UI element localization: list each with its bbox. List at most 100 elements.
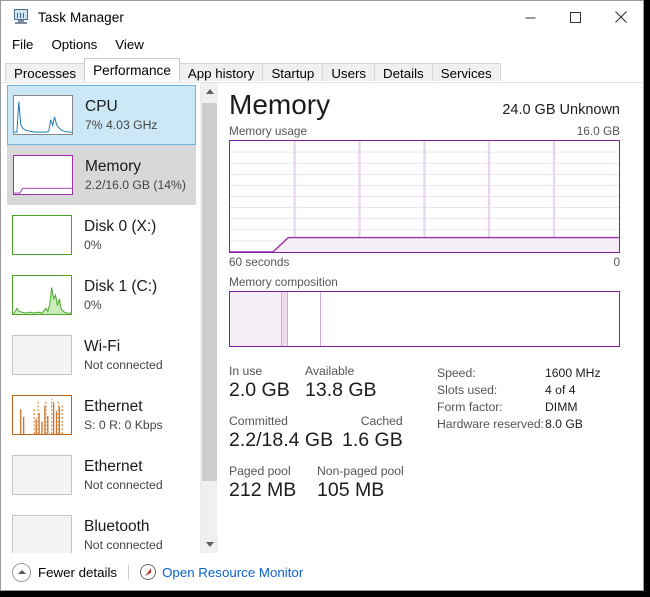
stat-label: Paged pool — [229, 464, 291, 478]
stat-value: 1.6 GB — [342, 429, 403, 451]
scrollbar-thumb[interactable] — [202, 103, 217, 481]
sidebar-item-sub: 7% 4.03 GHz — [85, 118, 158, 132]
tab-processes[interactable]: Processes — [5, 63, 86, 82]
tab-services[interactable]: Services — [431, 63, 501, 82]
sidebar-item-memory[interactable]: Memory 2.2/16.0 GB (14%) — [7, 145, 196, 205]
usage-graph-max: 16.0 GB — [576, 124, 620, 138]
usage-graph-header: Memory usage 16.0 GB — [229, 124, 620, 138]
composition-divider-3 — [320, 292, 322, 346]
spec-value: DIMM — [545, 400, 578, 414]
usage-graph-footer: 60 seconds 0 — [229, 255, 620, 269]
composition-inuse-segment — [230, 292, 281, 346]
tab-app-history[interactable]: App history — [178, 63, 264, 82]
memory-mini-graph — [13, 155, 73, 195]
stat-label: Cached — [360, 414, 403, 428]
ethernet-mini-graph — [12, 395, 72, 435]
stat-available: Available 13.8 GB — [305, 363, 377, 403]
sidebar-item-sub: Not connected — [84, 478, 163, 492]
memory-composition-bar — [229, 291, 620, 347]
composition-divider-2 — [286, 292, 288, 346]
minimize-button[interactable] — [508, 1, 553, 33]
sidebar-item-label: Disk 1 (C:) — [84, 278, 158, 295]
sidebar-item-label: Ethernet — [84, 398, 143, 415]
stat-label: Non-paged pool — [317, 464, 404, 478]
stat-label: Available — [305, 364, 355, 378]
tab-users[interactable]: Users — [322, 63, 376, 82]
resource-monitor-icon — [140, 564, 157, 580]
sidebar-item-label: Wi-Fi — [84, 338, 121, 355]
open-resource-monitor-link[interactable]: Open Resource Monitor — [140, 564, 303, 580]
chevron-up-icon — [12, 562, 31, 582]
stat-row: Paged pool 212 MB Non-paged pool 105 MB — [229, 463, 429, 503]
task-manager-icon — [12, 9, 29, 25]
resource-list: CPU 7% 4.03 GHz Memory 2.2/16.0 GB (14%) — [1, 83, 200, 553]
sidebar-item-bluetooth[interactable]: Bluetooth Not connected — [1, 505, 200, 553]
spec-label: Form factor: — [437, 400, 503, 414]
sidebar-item-disk-0[interactable]: Disk 0 (X:) 0% — [1, 205, 200, 265]
stat-value: 212 MB — [229, 479, 297, 501]
sidebar-item-wifi[interactable]: Wi-Fi Not connected — [1, 325, 200, 385]
tab-details[interactable]: Details — [374, 63, 433, 82]
usage-graph-label: Memory usage — [229, 124, 308, 138]
memory-stats: In use 2.0 GB Available 13.8 GB Committe… — [229, 363, 620, 513]
sidebar-item-disk-1[interactable]: Disk 1 (C:) 0% — [1, 265, 200, 325]
sidebar-item-sub: 2.2/16.0 GB (14%) — [85, 178, 186, 192]
menu-bar: File Options View — [1, 33, 643, 56]
stat-value: 105 MB — [317, 479, 385, 501]
stat-value: 2.2/18.4 GB — [229, 429, 334, 451]
close-button[interactable] — [598, 1, 643, 33]
tab-performance[interactable]: Performance — [84, 58, 180, 82]
spec-label: Slots used: — [437, 383, 498, 397]
stat-committed: Committed 2.2/18.4 GB — [229, 413, 342, 453]
sidebar-item-ethernet-inactive[interactable]: Ethernet Not connected — [1, 445, 200, 505]
spec-label: Hardware reserved: — [437, 417, 545, 431]
memory-header: Memory 24.0 GB Unknown — [229, 88, 620, 122]
stat-value: 2.0 GB — [229, 379, 290, 401]
sidebar-item-cpu[interactable]: CPU 7% 4.03 GHz — [7, 85, 196, 145]
window-controls — [508, 1, 643, 33]
spec-value: 8.0 GB — [545, 417, 583, 431]
composition-label: Memory composition — [229, 275, 338, 289]
sidebar-item-label: Memory — [85, 158, 141, 175]
sidebar-item-sub: 0% — [84, 298, 102, 312]
tab-strip: Processes Performance App history Startu… — [1, 56, 643, 82]
bluetooth-mini-graph — [12, 515, 72, 553]
stat-in-use: In use 2.0 GB — [229, 363, 305, 403]
sidebar-item-label: Ethernet — [84, 458, 143, 475]
maximize-button[interactable] — [553, 1, 598, 33]
stat-label: Committed — [229, 414, 288, 428]
stat-non-paged-pool: Non-paged pool 105 MB — [317, 463, 404, 503]
wifi-mini-graph — [12, 335, 72, 375]
tab-startup[interactable]: Startup — [262, 63, 324, 82]
disk-0-mini-graph — [12, 215, 72, 255]
usage-graph-time-left: 60 seconds — [229, 255, 290, 269]
disk-1-mini-graph — [12, 275, 72, 315]
scroll-down-icon[interactable] — [201, 536, 218, 553]
stat-label: In use — [229, 364, 263, 378]
usage-graph-time-right: 0 — [613, 255, 620, 269]
sidebar-item-sub: Not connected — [84, 538, 163, 552]
sidebar-item-label: Disk 0 (X:) — [84, 218, 157, 235]
fewer-details-button[interactable]: Fewer details — [12, 562, 118, 582]
spec-row: Slots used: 4 of 4 — [437, 382, 620, 399]
sidebar-scrollbar[interactable] — [200, 83, 218, 553]
ethernet-2-mini-graph — [12, 455, 72, 495]
window-title: Task Manager — [38, 9, 124, 25]
scroll-up-icon[interactable] — [201, 83, 218, 100]
memory-capacity: 24.0 GB Unknown — [502, 102, 620, 118]
menu-item-file[interactable]: File — [10, 36, 42, 54]
resource-sidebar: CPU 7% 4.03 GHz Memory 2.2/16.0 GB (14%) — [1, 83, 218, 553]
spec-label: Speed: — [437, 366, 476, 380]
sidebar-item-label: CPU — [85, 98, 118, 115]
memory-specs: Speed: 1600 MHz Slots used: 4 of 4 Form … — [429, 363, 620, 513]
content-area: CPU 7% 4.03 GHz Memory 2.2/16.0 GB (14%) — [1, 82, 643, 553]
sidebar-item-sub: 0% — [84, 238, 102, 252]
composition-divider-1 — [280, 292, 282, 346]
footer-divider — [128, 564, 130, 580]
spec-value: 1600 MHz — [545, 366, 601, 380]
fewer-details-label: Fewer details — [38, 564, 118, 580]
menu-item-view[interactable]: View — [113, 36, 153, 54]
task-manager-window: Task Manager File Options View Processes… — [0, 0, 644, 591]
sidebar-item-ethernet-active[interactable]: Ethernet S: 0 R: 0 Kbps — [1, 385, 200, 445]
menu-item-options[interactable]: Options — [49, 36, 106, 54]
